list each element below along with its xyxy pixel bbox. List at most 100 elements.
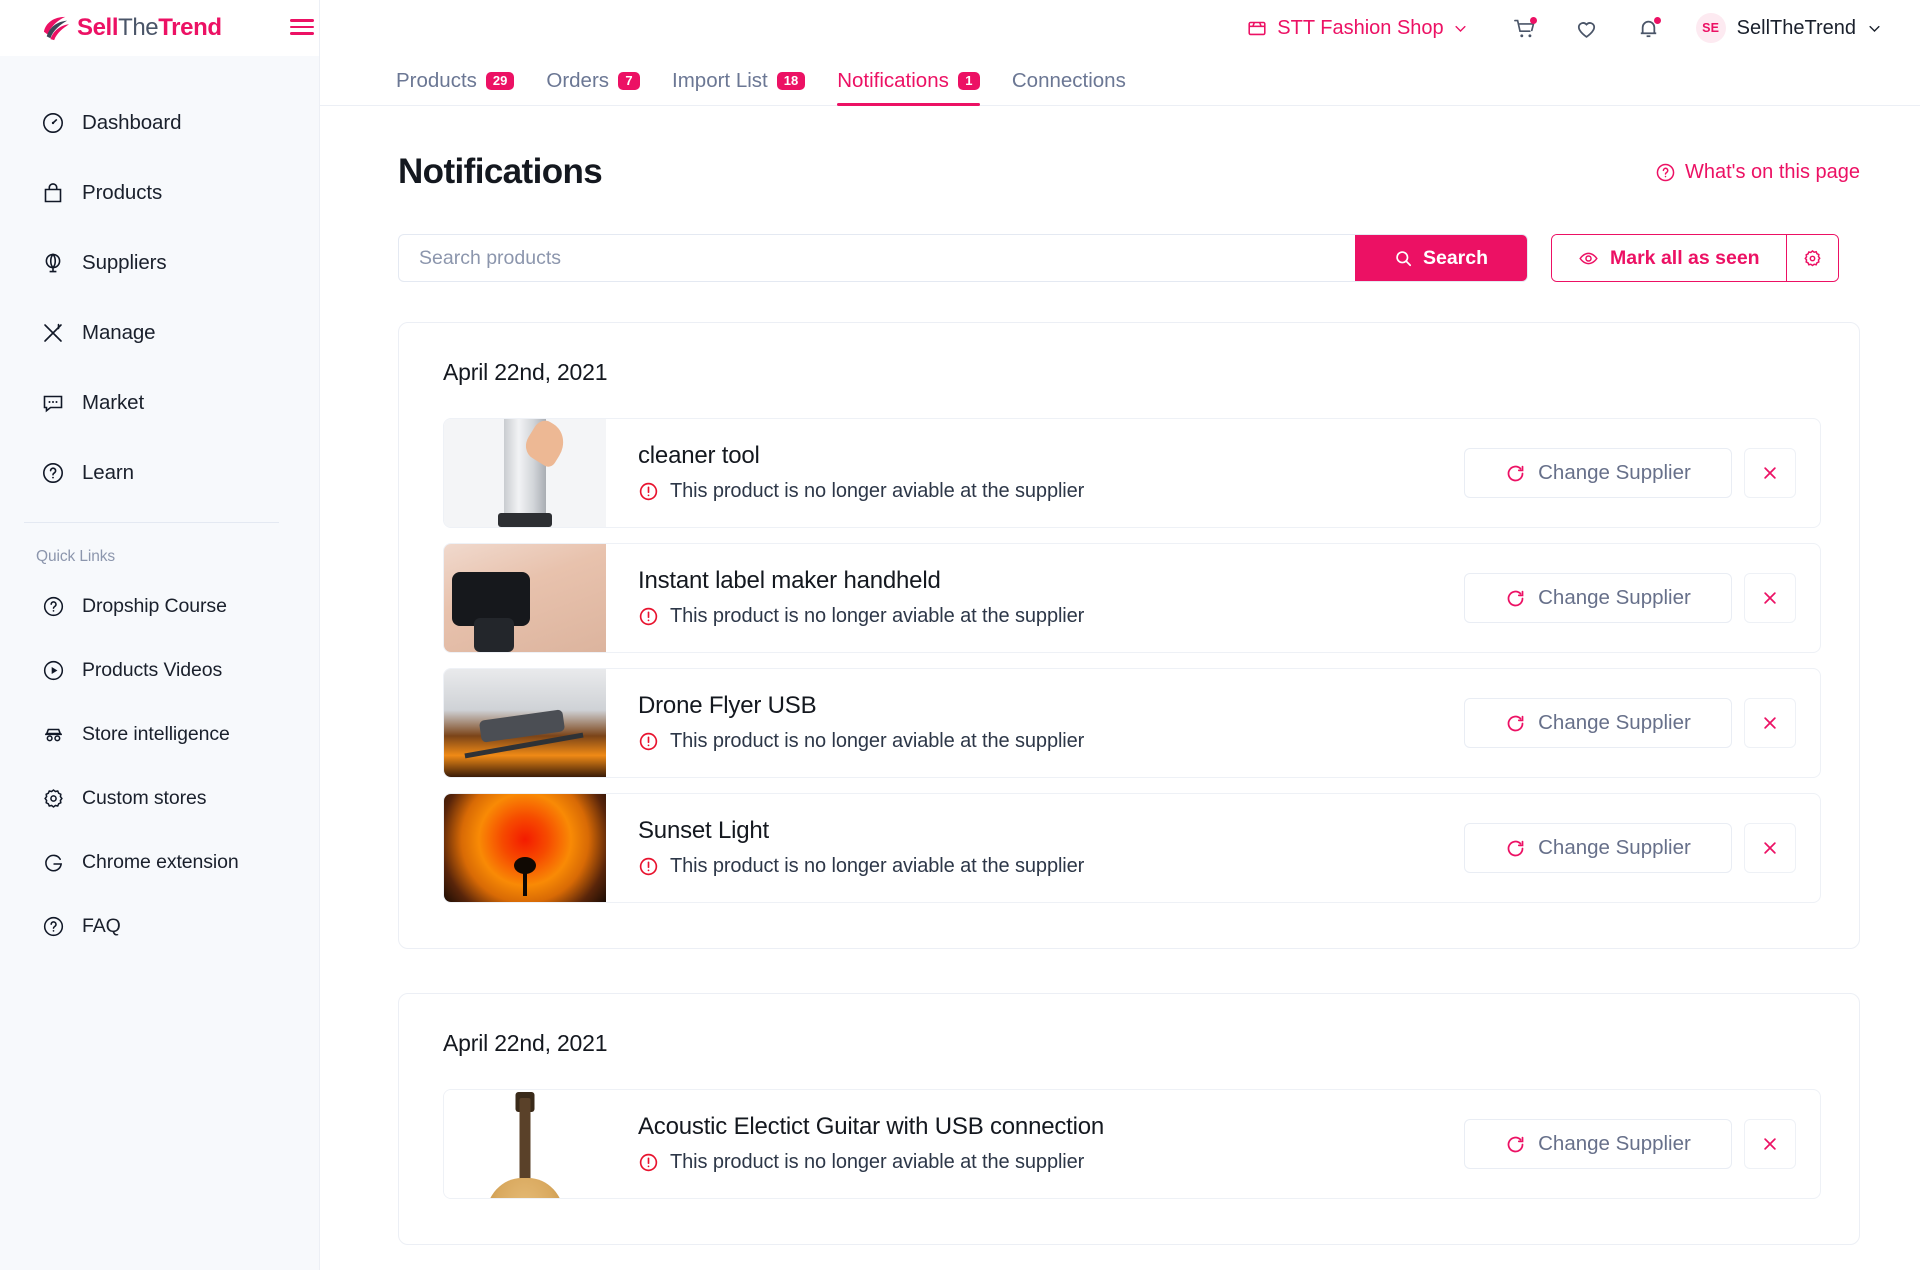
tab-badge: 29 — [485, 72, 515, 90]
tab-orders[interactable]: Orders 7 — [546, 69, 641, 105]
product-title: cleaner tool — [638, 442, 760, 470]
search-input[interactable] — [399, 235, 1355, 281]
notification-message-row: This product is no longer aviable at the… — [638, 730, 1084, 753]
sidebar-item-label: Chrome extension — [82, 850, 239, 873]
notification-message-row: This product is no longer aviable at the… — [638, 1151, 1104, 1174]
cart-icon[interactable] — [1510, 13, 1540, 43]
product-thumbnail — [444, 544, 606, 652]
heart-icon[interactable] — [1572, 13, 1602, 43]
sidebar-item-label: FAQ — [82, 914, 121, 937]
bell-badge-dot — [1653, 17, 1661, 24]
spy-icon — [40, 721, 66, 747]
tab-badge: 18 — [776, 72, 806, 90]
notification-group-date: April 22nd, 2021 — [443, 359, 608, 385]
brand-row: SellTheTrend — [0, 0, 319, 56]
close-icon — [1761, 839, 1779, 857]
mark-all-as-seen-button[interactable]: Mark all as seen — [1552, 235, 1786, 281]
alert-circle-icon — [638, 1152, 659, 1173]
sidebar-item-dropship-course[interactable]: Dropship Course — [0, 588, 319, 624]
brand-wordmark: SellTheTrend — [77, 16, 222, 40]
notification-row: Acoustic Electict Guitar with USB connec… — [443, 1089, 1821, 1199]
user-menu[interactable]: SE SellTheTrend — [1695, 13, 1882, 43]
tab-connections[interactable]: Connections — [1012, 69, 1126, 105]
whats-on-this-page-label: What's on this page — [1684, 160, 1860, 183]
tab-import-list[interactable]: Import List 18 — [672, 69, 806, 105]
tab-label: Connections — [1011, 69, 1126, 92]
notification-body: cleaner tool This product is no longer a… — [606, 419, 1448, 527]
question-circle-icon — [1655, 162, 1676, 183]
notification-body: Drone Flyer USB This product is no longe… — [606, 669, 1448, 777]
question-circle-icon — [40, 460, 66, 486]
sidebar-item-custom-stores[interactable]: Custom stores — [0, 780, 319, 816]
notification-row: Drone Flyer USB This product is no longe… — [443, 668, 1821, 778]
tab-badge: 1 — [957, 72, 980, 90]
notification-settings-button[interactable] — [1785, 235, 1838, 281]
notification-texts: Sunset Light This product is no longer a… — [638, 817, 1084, 877]
product-title: Instant label maker handheld — [638, 567, 941, 595]
whats-on-this-page-link[interactable]: What's on this page — [1655, 161, 1860, 184]
change-supplier-button[interactable]: Change Supplier — [1464, 1119, 1732, 1169]
search-group: Search — [398, 234, 1528, 282]
tab-label: Orders — [546, 69, 610, 92]
alert-circle-icon — [638, 731, 659, 752]
change-supplier-button[interactable]: Change Supplier — [1464, 448, 1732, 498]
notification-group: April 22nd, 2021 cleaner tool This produ… — [398, 322, 1860, 949]
google-g-icon — [40, 849, 66, 875]
eye-icon — [1578, 248, 1599, 269]
page-title: Notifications — [398, 152, 603, 191]
sidebar-item-store-intelligence[interactable]: Store intelligence — [0, 716, 319, 752]
bell-icon[interactable] — [1634, 13, 1664, 43]
sidebar-item-manage[interactable]: Manage — [0, 312, 319, 353]
notification-group: April 22nd, 2021 Acoustic Electict Guita… — [398, 993, 1860, 1245]
product-thumbnail — [444, 1090, 606, 1198]
change-supplier-label: Change Supplier — [1538, 711, 1691, 734]
brand-sell: Sell — [77, 14, 119, 41]
hamburger-icon[interactable] — [290, 16, 314, 38]
sidebar-item-label: Suppliers — [82, 250, 167, 274]
shop-selector[interactable]: STT Fashion Shop — [1246, 17, 1467, 40]
gear-icon — [1802, 248, 1823, 269]
sidebar-item-learn[interactable]: Learn — [0, 452, 319, 493]
sidebar-item-products-videos[interactable]: Products Videos — [0, 652, 319, 688]
sidebar-item-label: Products Videos — [82, 658, 223, 681]
change-supplier-button[interactable]: Change Supplier — [1464, 823, 1732, 873]
gear-icon — [40, 785, 66, 811]
mark-all-group: Mark all as seen — [1551, 234, 1839, 282]
dismiss-notification-button[interactable] — [1744, 698, 1796, 748]
search-icon — [1394, 249, 1413, 268]
notification-body: Acoustic Electict Guitar with USB connec… — [606, 1090, 1448, 1198]
notification-body: Sunset Light This product is no longer a… — [606, 794, 1448, 902]
sidebar-item-suppliers[interactable]: Suppliers — [0, 242, 319, 283]
bag-icon — [40, 180, 66, 206]
change-supplier-button[interactable]: Change Supplier — [1464, 573, 1732, 623]
dismiss-notification-button[interactable] — [1744, 823, 1796, 873]
store-icon — [1246, 17, 1268, 39]
change-supplier-button[interactable]: Change Supplier — [1464, 698, 1732, 748]
question-circle-icon — [40, 593, 66, 619]
notification-group-date: April 22nd, 2021 — [443, 1030, 608, 1056]
tab-notifications[interactable]: Notifications 1 — [837, 69, 980, 106]
refresh-icon — [1505, 463, 1526, 484]
notification-actions: Change Supplier — [1448, 794, 1820, 902]
notification-message-row: This product is no longer aviable at the… — [638, 605, 1084, 628]
tab-products[interactable]: Products 29 — [396, 69, 515, 105]
sidebar-item-products[interactable]: Products — [0, 172, 319, 213]
notification-message: This product is no longer aviable at the… — [670, 1150, 1085, 1173]
sidebar-item-faq[interactable]: FAQ — [0, 908, 319, 944]
product-title: Acoustic Electict Guitar with USB connec… — [638, 1113, 1105, 1141]
notification-message: This product is no longer aviable at the… — [670, 604, 1085, 627]
search-button[interactable]: Search — [1355, 235, 1527, 281]
product-thumbnail — [444, 669, 606, 777]
sidebar-item-market[interactable]: Market — [0, 382, 319, 423]
dismiss-notification-button[interactable] — [1744, 573, 1796, 623]
dismiss-notification-button[interactable] — [1744, 1119, 1796, 1169]
sidebar-item-label: Dashboard — [82, 110, 182, 134]
dismiss-notification-button[interactable] — [1744, 448, 1796, 498]
sidebar: SellTheTrend Dashboard Products Supplier… — [0, 0, 320, 1270]
sidebar-item-dashboard[interactable]: Dashboard — [0, 102, 319, 143]
speedometer-icon — [40, 110, 66, 136]
sidebar-item-chrome-extension[interactable]: Chrome extension — [0, 844, 319, 880]
brand-the: The — [118, 14, 159, 41]
notification-actions: Change Supplier — [1448, 419, 1820, 527]
notification-actions: Change Supplier — [1448, 1090, 1820, 1198]
